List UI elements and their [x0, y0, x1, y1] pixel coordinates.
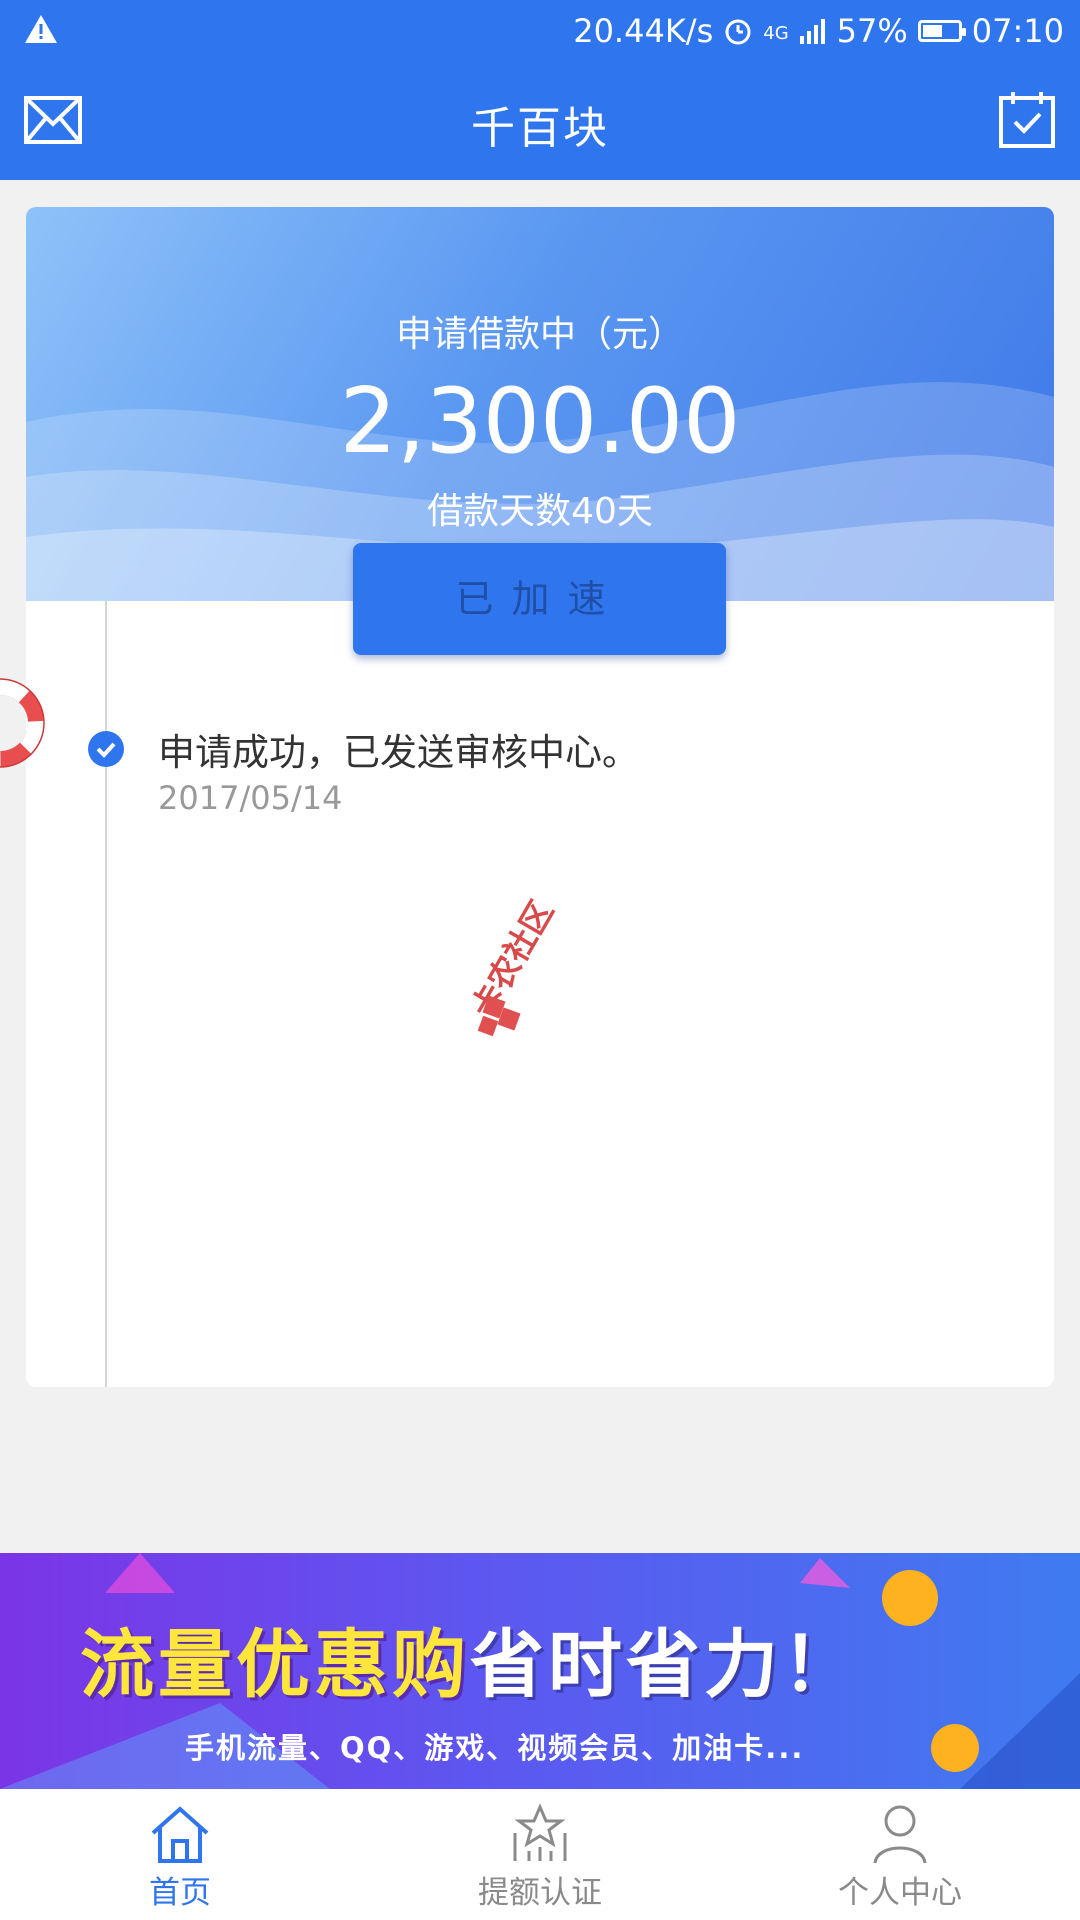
lifebuoy-icon[interactable]	[0, 676, 52, 770]
signal-icon	[799, 19, 825, 44]
alarm-icon	[725, 19, 751, 45]
watermark-logo: 卡农社区	[470, 894, 561, 1037]
clock: 07:10	[971, 12, 1064, 50]
banner-headline-part1: 流量优惠购	[80, 1622, 470, 1708]
battery-percent: 57%	[836, 12, 908, 50]
loan-amount: 2,300.00	[339, 369, 741, 474]
loan-status-label: 申请借款中（元）	[395, 314, 684, 355]
check-icon	[88, 731, 124, 767]
network-type: 4G	[763, 23, 789, 44]
calendar-check-icon[interactable]	[998, 90, 1056, 148]
tab-home-label: 首页	[149, 1875, 211, 1911]
bottom-tab-bar: 首页 提额认证 个人中心	[0, 1789, 1080, 1920]
status-bar: 20.44K/s 4G 57% 07:10	[0, 0, 1080, 62]
tab-profile[interactable]: 个人中心	[790, 1789, 1010, 1920]
battery-icon	[917, 20, 966, 42]
app-header: 千百块	[0, 62, 1080, 180]
person-icon	[873, 1805, 927, 1864]
tab-credit-certification-label: 提额认证	[478, 1875, 602, 1911]
banner-headline-part2: 省时省力！	[470, 1622, 860, 1708]
timeline-line	[105, 601, 107, 1387]
tab-home[interactable]: 首页	[70, 1789, 290, 1920]
timeline-item-text: 申请成功，已发送审核中心。	[158, 731, 639, 774]
page-title: 千百块	[471, 103, 609, 154]
svg-text:卡农社区: 卡农社区	[470, 894, 561, 1024]
tab-credit-certification[interactable]: 提额认证	[430, 1789, 650, 1920]
loan-days: 借款天数40天	[427, 491, 653, 532]
accelerated-button[interactable]: 已加速	[353, 543, 726, 655]
banner-subtitle: 手机流量、QQ、游戏、视频会员、加油卡...	[185, 1731, 805, 1765]
network-speed: 20.44K/s	[573, 12, 714, 50]
timeline-item-date: 2017/05/14	[158, 779, 343, 817]
promo-banner[interactable]: 流量优惠购省时省力！ 手机流量、QQ、游戏、视频会员、加油卡...	[0, 1553, 1080, 1789]
warning-icon	[25, 15, 57, 43]
star-certificate-icon	[513, 1803, 567, 1861]
home-icon	[151, 1806, 209, 1863]
loan-summary: 申请借款中（元） 2,300.00 借款天数40天	[26, 207, 1054, 601]
tab-profile-label: 个人中心	[838, 1875, 962, 1911]
